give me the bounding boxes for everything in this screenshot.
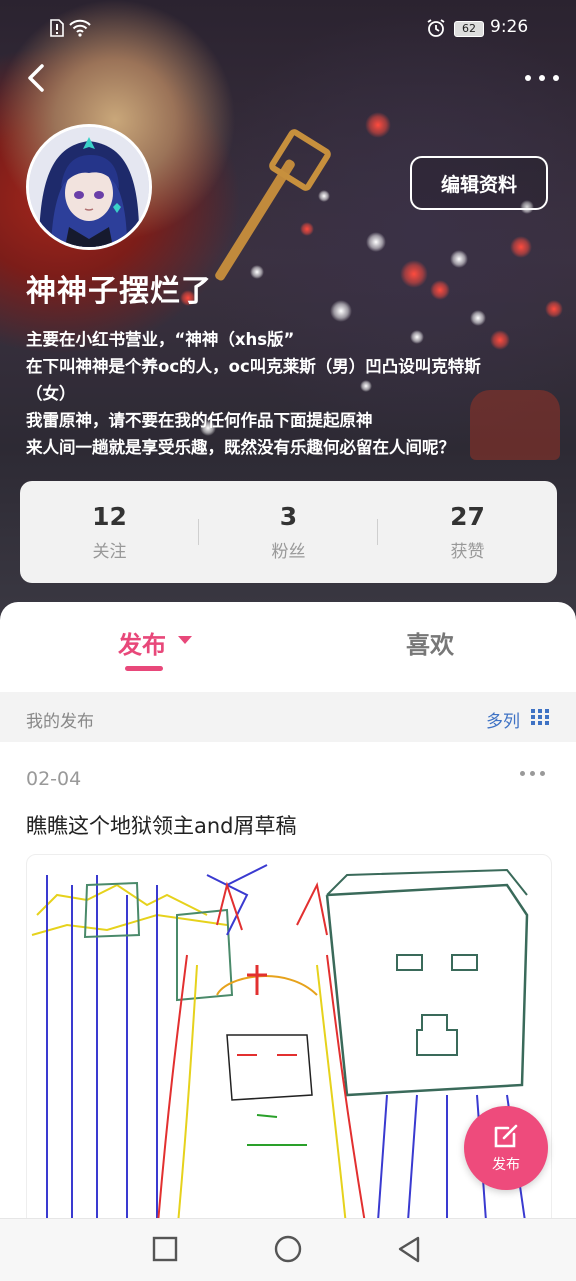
bio-line: 主要在小红书营业，“神神（xhs版” bbox=[26, 330, 295, 349]
bio: 主要在小红书营业，“神神（xhs版” 在下叫神神是个养oc的人，oc叫克莱斯（男… bbox=[26, 326, 556, 461]
stat-label: 关注 bbox=[92, 542, 127, 562]
publish-fab-button[interactable]: 发布 bbox=[464, 1106, 548, 1190]
sim-alert-icon bbox=[50, 19, 64, 37]
wifi-icon bbox=[69, 19, 91, 37]
tab-indicator bbox=[125, 666, 163, 671]
edit-profile-button[interactable]: 编辑资料 bbox=[410, 156, 548, 210]
bio-line: 在下叫神神是个养oc的人，oc叫克莱斯（男）凹凸设叫克特斯 bbox=[26, 357, 481, 376]
stat-label: 获赞 bbox=[450, 542, 485, 562]
avatar[interactable] bbox=[26, 124, 152, 250]
posts-subbar: 我的发布 多列 bbox=[0, 692, 576, 742]
clock: 9:26 bbox=[490, 17, 529, 37]
stat-value: 12 bbox=[92, 502, 127, 531]
post-more-icon[interactable] bbox=[520, 770, 550, 778]
stat-following[interactable]: 12 关注 bbox=[20, 481, 199, 583]
stat-followers[interactable]: 3 粉丝 bbox=[199, 481, 378, 583]
stat-value: 27 bbox=[450, 502, 485, 531]
more-options-icon[interactable] bbox=[522, 68, 562, 88]
fab-label: 发布 bbox=[492, 1157, 520, 1173]
stats-card: 12 关注 3 粉丝 27 获赞 bbox=[20, 481, 557, 583]
back-nav-icon[interactable] bbox=[396, 1235, 422, 1265]
chevron-down-icon[interactable] bbox=[178, 636, 192, 644]
edit-icon bbox=[494, 1124, 518, 1148]
bio-line: 来人间一趟就是享受乐趣，既然没有乐趣何必留在人间呢？ bbox=[26, 438, 455, 457]
battery-icon: 62 bbox=[454, 21, 484, 37]
recent-apps-icon[interactable] bbox=[152, 1235, 178, 1263]
alarm-icon bbox=[427, 19, 445, 37]
bio-line: 我雷原神，请不要在我的任何作品下面提起原神 bbox=[26, 411, 373, 430]
back-icon[interactable] bbox=[22, 62, 50, 94]
stat-value: 3 bbox=[279, 502, 298, 531]
tab-like[interactable]: 喜欢 bbox=[406, 625, 454, 660]
my-posts-label: 我的发布 bbox=[26, 712, 94, 732]
stat-label: 粉丝 bbox=[271, 542, 306, 562]
nickname: 神神子摆烂了 bbox=[26, 274, 212, 309]
bio-line: （女） bbox=[26, 384, 76, 403]
post-title[interactable]: 瞧瞧这个地狱领主and屑草稿 bbox=[26, 810, 297, 840]
tab-publish[interactable]: 发布 bbox=[118, 625, 166, 660]
post-date: 02-04 bbox=[26, 768, 82, 790]
stat-likes[interactable]: 27 获赞 bbox=[378, 481, 557, 583]
multi-column-toggle[interactable]: 多列 bbox=[486, 707, 520, 732]
grid-icon[interactable] bbox=[531, 709, 549, 725]
status-bar: 62 9:26 bbox=[0, 0, 576, 56]
home-icon[interactable] bbox=[273, 1235, 303, 1265]
system-navigation-bar bbox=[0, 1218, 576, 1281]
